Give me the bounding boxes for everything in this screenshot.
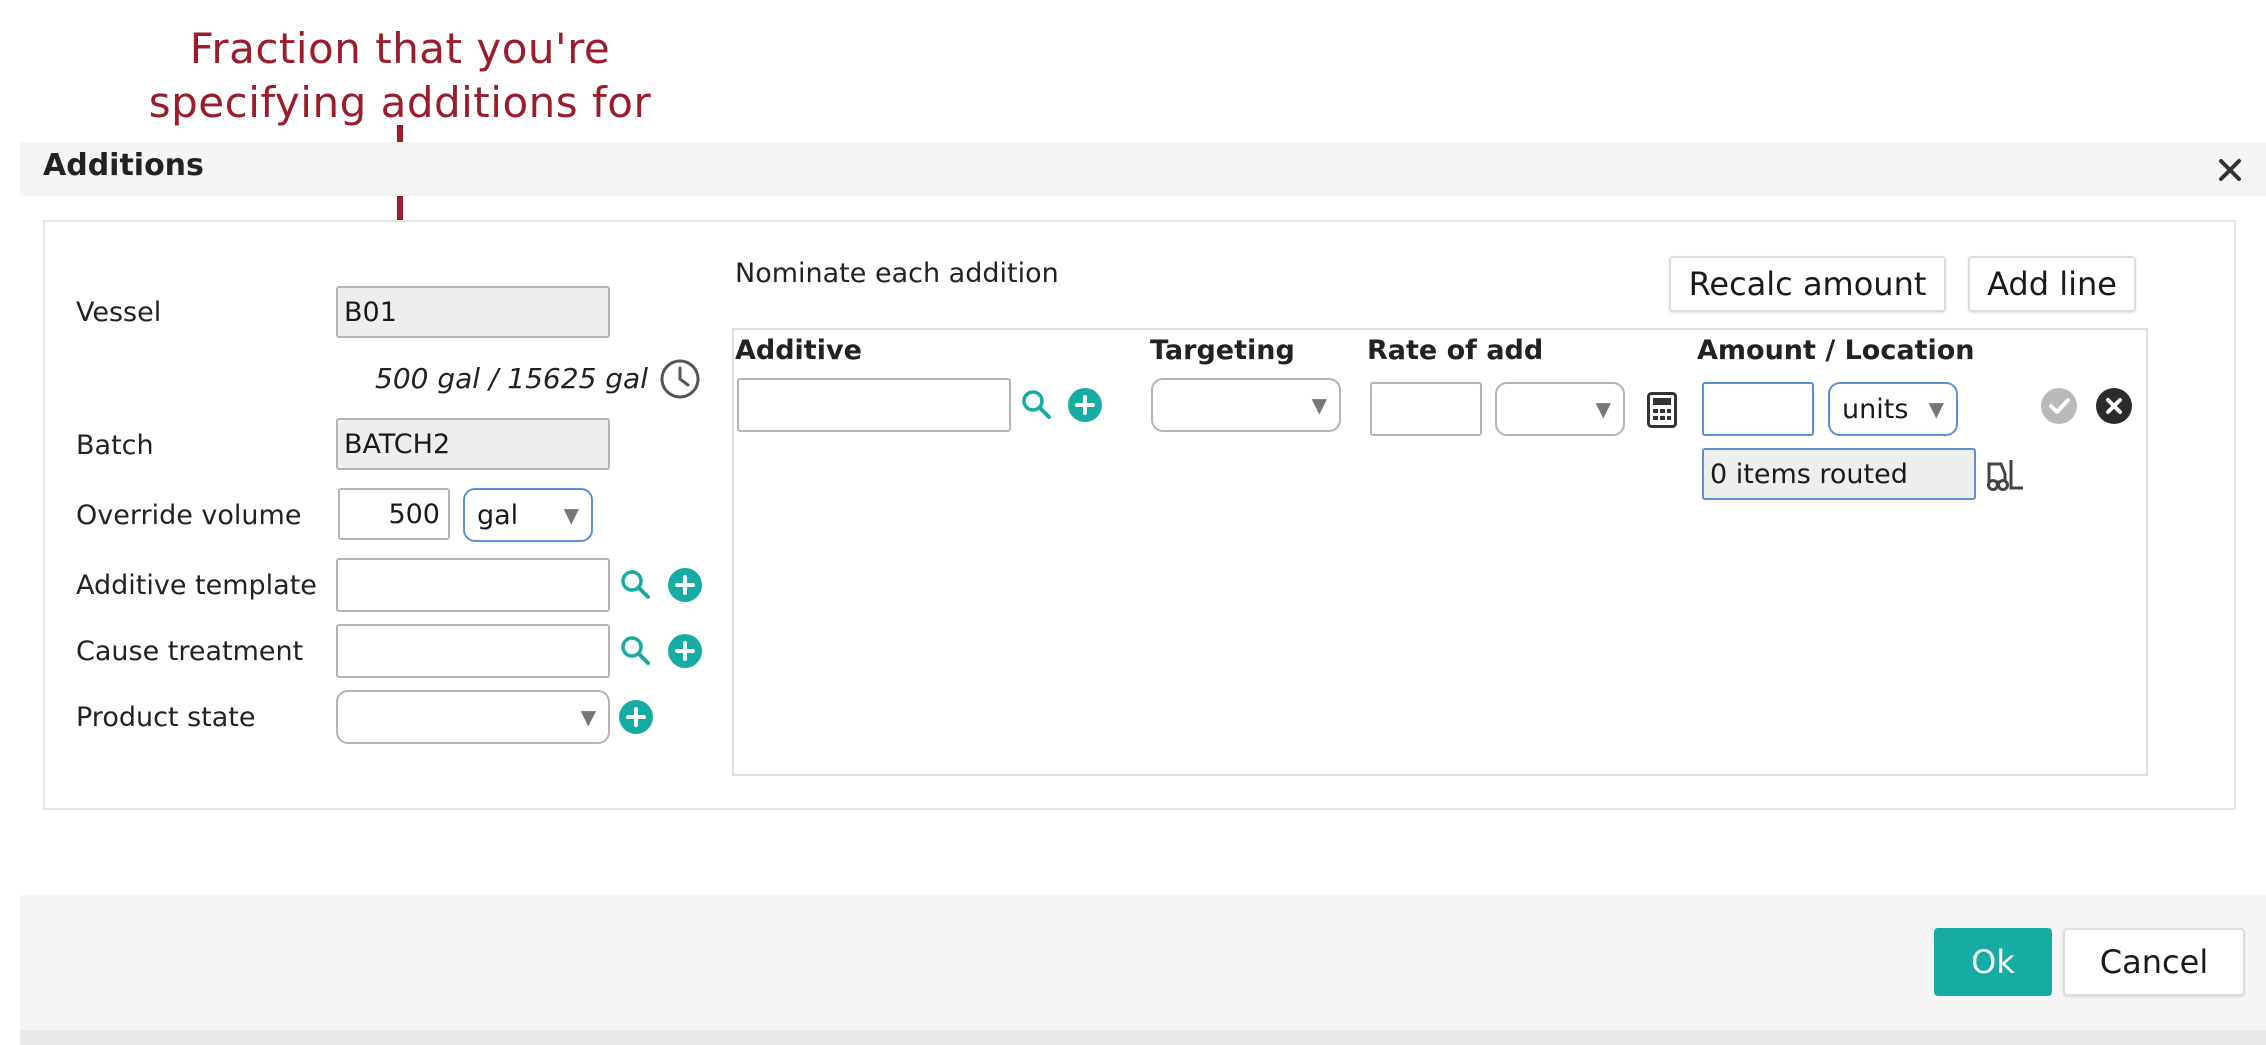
- cause-treatment-label: Cause treatment: [76, 636, 304, 667]
- product-state-select[interactable]: ▼: [336, 690, 610, 744]
- additive-template-input[interactable]: [336, 558, 610, 612]
- rate-input[interactable]: [1370, 382, 1482, 436]
- product-state-label: Product state: [76, 702, 256, 733]
- add-line-button[interactable]: Add line: [1968, 256, 2136, 312]
- batch-field: BATCH2: [336, 418, 610, 470]
- search-icon[interactable]: [619, 568, 651, 600]
- cancel-button[interactable]: Cancel: [2063, 928, 2245, 996]
- column-header-additive: Additive: [735, 335, 862, 366]
- amount-input[interactable]: [1702, 382, 1814, 436]
- rate-unit-select[interactable]: ▼: [1495, 382, 1625, 436]
- override-volume-label: Override volume: [76, 500, 302, 531]
- nominate-label: Nominate each addition: [735, 258, 1059, 289]
- annotation-line-1: Fraction that you're: [189, 24, 611, 73]
- cause-treatment-input[interactable]: [336, 624, 610, 678]
- volume-unit-select[interactable]: gal ▼: [463, 488, 593, 542]
- forklift-icon[interactable]: [1985, 458, 2025, 492]
- remove-line-icon[interactable]: [2096, 388, 2132, 424]
- chevron-down-icon: ▼: [580, 705, 596, 729]
- amount-unit-select[interactable]: units ▼: [1828, 382, 1958, 436]
- volume-readout: 500 gal / 15625 gal: [375, 362, 648, 395]
- annotation-line-2: specifying additions for: [148, 78, 652, 127]
- column-header-amount: Amount / Location: [1697, 335, 1975, 366]
- dialog-footer: [20, 895, 2266, 1030]
- column-header-targeting: Targeting: [1150, 335, 1295, 366]
- targeting-select[interactable]: ▼: [1151, 378, 1341, 432]
- footer-divider: [20, 1030, 2266, 1045]
- confirm-check-icon[interactable]: [2041, 388, 2077, 424]
- annotation-caption: Fraction that you're specifying addition…: [100, 22, 700, 130]
- dialog-header: [20, 142, 2266, 196]
- close-icon[interactable]: [2215, 155, 2245, 185]
- ok-button[interactable]: Ok: [1934, 928, 2052, 996]
- chevron-down-icon: ▼: [1928, 397, 1944, 421]
- chevron-down-icon: ▼: [563, 503, 579, 527]
- add-icon[interactable]: [619, 700, 653, 734]
- add-icon[interactable]: [668, 634, 702, 668]
- recalc-amount-button[interactable]: Recalc amount: [1669, 256, 1946, 312]
- routed-field: 0 items routed: [1702, 448, 1976, 500]
- search-icon[interactable]: [619, 634, 651, 666]
- add-icon[interactable]: [668, 568, 702, 602]
- additive-input[interactable]: [737, 378, 1011, 432]
- column-header-rate: Rate of add: [1367, 335, 1544, 366]
- clock-icon[interactable]: [659, 358, 701, 400]
- additive-template-label: Additive template: [76, 570, 317, 601]
- vessel-label: Vessel: [76, 297, 162, 328]
- volume-unit-value: gal: [477, 499, 519, 531]
- dialog-title: Additions: [43, 148, 204, 183]
- search-icon[interactable]: [1020, 388, 1052, 420]
- batch-label: Batch: [76, 430, 154, 461]
- chevron-down-icon: ▼: [1595, 397, 1611, 421]
- override-volume-input[interactable]: 500: [338, 488, 450, 540]
- add-icon[interactable]: [1068, 388, 1102, 422]
- calculator-icon[interactable]: [1647, 392, 1677, 428]
- vessel-field: B01: [336, 286, 610, 338]
- chevron-down-icon: ▼: [1311, 393, 1327, 417]
- amount-unit-value: units: [1842, 393, 1909, 425]
